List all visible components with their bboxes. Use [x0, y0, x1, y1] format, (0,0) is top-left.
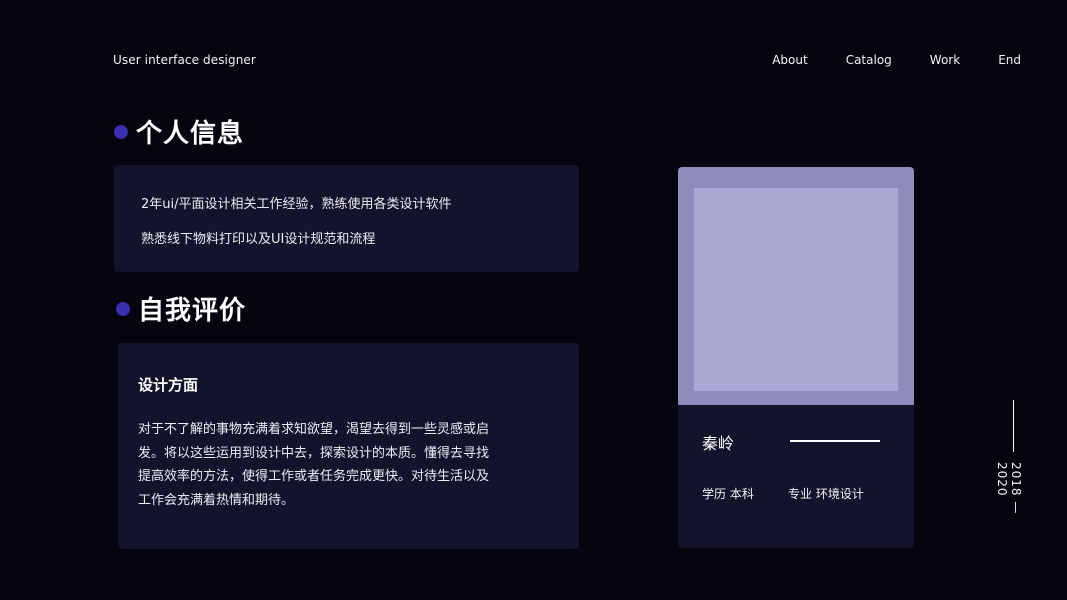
- nav-about[interactable]: About: [772, 53, 807, 67]
- self-evaluation-body: 对于不了解的事物充满着求知欲望，渴望去得到一些灵感或启发。将以这些运用到设计中去…: [138, 422, 490, 508]
- profile-photo-placeholder: [694, 188, 898, 391]
- vertical-divider: [1013, 400, 1014, 452]
- info-line-process: 熟悉线下物料打印以及UI设计规范和流程: [141, 232, 376, 247]
- year-range: 2018 — 2020: [995, 462, 1023, 515]
- bullet-dot-icon: [116, 301, 130, 316]
- personal-info-title: 个人信息: [136, 119, 245, 149]
- profile-education: 学历 本科: [702, 487, 754, 501]
- self-evaluation-heading: 自我评价: [116, 290, 246, 327]
- top-nav: About Catalog Work End: [734, 53, 1021, 67]
- self-evaluation-subtitle: 设计方面: [138, 376, 199, 394]
- self-evaluation-card: 设计方面 对于不了解的事物充满着求知欲望，渴望去得到一些灵感或启发。将以这些运用…: [118, 343, 579, 549]
- nav-end[interactable]: End: [998, 53, 1021, 67]
- info-line-experience: 2年ui/平面设计相关工作经验，熟练使用各类设计软件: [141, 197, 452, 212]
- bullet-dot-icon: [114, 124, 128, 139]
- profile-major: 专业 环境设计: [788, 487, 864, 501]
- nav-work[interactable]: Work: [930, 53, 960, 67]
- profile-card: 秦岭 学历 本科 专业 环境设计: [678, 405, 914, 548]
- profile-name: 秦岭: [702, 434, 735, 453]
- brand-title: User interface designer: [113, 53, 256, 67]
- personal-info-heading: 个人信息: [114, 113, 244, 150]
- self-evaluation-title: 自我评价: [138, 296, 247, 326]
- personal-info-card: 2年ui/平面设计相关工作经验，熟练使用各类设计软件 熟悉线下物料打印以及UI设…: [114, 165, 579, 272]
- name-divider: [790, 440, 880, 442]
- nav-catalog[interactable]: Catalog: [846, 53, 892, 67]
